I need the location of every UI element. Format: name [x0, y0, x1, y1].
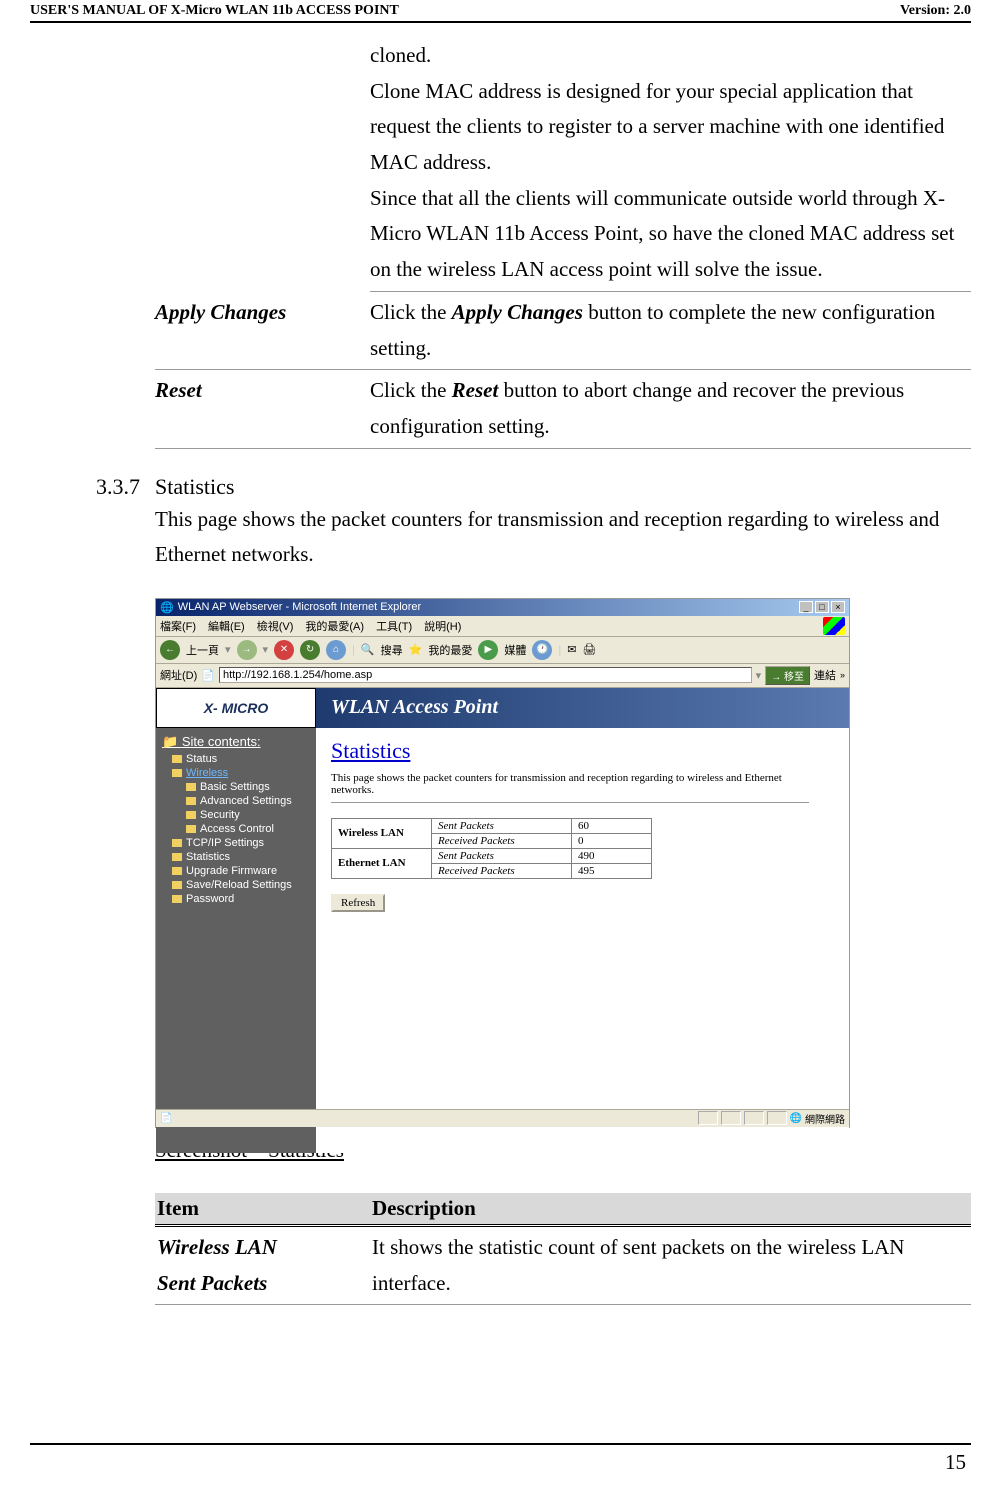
page-icon: 📄 — [201, 669, 215, 682]
folder-icon — [186, 811, 196, 819]
folder-icon — [172, 895, 182, 903]
menu-help[interactable]: 說明(H) — [424, 618, 461, 634]
wlan-recv-value: 0 — [572, 833, 652, 848]
sidebar-item-statistics[interactable]: Statistics — [158, 850, 314, 864]
wlan-sent-label: Sent Packets — [432, 818, 572, 833]
stats-description: This page shows the packet counters for … — [331, 772, 809, 803]
menu-favorites[interactable]: 我的最愛(A) — [305, 618, 364, 634]
favorites-icon[interactable]: ⭐ — [409, 643, 423, 656]
folder-icon — [172, 769, 182, 777]
page-number: 15 — [945, 1450, 966, 1475]
status-segment — [698, 1111, 718, 1125]
folder-icon — [172, 839, 182, 847]
folder-icon — [172, 867, 182, 875]
section-number: 3.3.7 — [30, 474, 155, 573]
media-button[interactable]: ▶ — [478, 640, 498, 660]
sidebar-item-access[interactable]: Access Control — [158, 822, 314, 836]
sidebar-item-wireless[interactable]: Wireless — [158, 766, 314, 780]
history-button[interactable]: 🕐 — [532, 640, 552, 660]
section-text: This page shows the packet counters for … — [155, 502, 971, 573]
apply-changes-label: Apply Changes — [155, 292, 370, 370]
page-banner-title: WLAN Access Point — [316, 688, 849, 728]
reset-desc: Click the Reset button to abort change a… — [370, 370, 971, 448]
stats-table: Wireless LAN Sent Packets 60 Received Pa… — [331, 818, 652, 879]
address-input[interactable]: http://192.168.1.254/home.asp — [219, 667, 752, 683]
sidebar-item-status[interactable]: Status — [158, 752, 314, 766]
go-button[interactable]: → 移至 — [765, 666, 810, 685]
forward-button[interactable]: → — [237, 640, 257, 660]
home-button[interactable]: ⌂ — [326, 640, 346, 660]
menu-view[interactable]: 檢視(V) — [257, 618, 294, 634]
sidebar-item-tcpip[interactable]: TCP/IP Settings — [158, 836, 314, 850]
elan-sent-value: 490 — [572, 848, 652, 863]
statusbar-page-icon: 📄 — [160, 1113, 172, 1124]
wlan-group-cell: Wireless LAN — [332, 818, 432, 848]
search-label[interactable]: 搜尋 — [381, 642, 403, 658]
print-icon[interactable]: 🖨 — [582, 643, 596, 656]
folder-icon — [186, 825, 196, 833]
stats-heading: Statistics — [331, 738, 834, 764]
mail-icon[interactable]: ✉ — [567, 643, 576, 656]
desc-row-item: Wireless LAN Sent Packets — [155, 1225, 370, 1304]
favorites-label[interactable]: 我的最愛 — [428, 642, 472, 658]
sidebar-item-basic[interactable]: Basic Settings — [158, 780, 314, 794]
elan-recv-value: 495 — [572, 863, 652, 878]
statistics-screenshot: 🌐 WLAN AP Webserver - Microsoft Internet… — [155, 598, 850, 1128]
back-button[interactable]: ← — [160, 640, 180, 660]
mac-clone-description: cloned. Clone MAC address is designed fo… — [370, 38, 971, 292]
reset-label: Reset — [155, 370, 370, 448]
menu-edit[interactable]: 編輯(E) — [208, 618, 245, 634]
sidebar-item-password[interactable]: Password — [158, 892, 314, 906]
stop-button[interactable]: ✕ — [274, 640, 294, 660]
desc-row-description: It shows the statistic count of sent pac… — [370, 1225, 971, 1304]
status-segment — [744, 1111, 764, 1125]
window-title: WLAN AP Webserver - Microsoft Internet E… — [178, 601, 422, 613]
folder-icon — [172, 755, 182, 763]
sidebar-item-security[interactable]: Security — [158, 808, 314, 822]
desc-head-item: Item — [155, 1193, 370, 1226]
elan-group-cell: Ethernet LAN — [332, 848, 432, 878]
footer-rule — [30, 1443, 971, 1445]
refresh-button[interactable]: Refresh — [331, 894, 385, 912]
folder-icon — [172, 881, 182, 889]
folder-icon — [186, 783, 196, 791]
apply-changes-desc: Click the Apply Changes button to comple… — [370, 292, 971, 370]
sidebar-title: 📁 Site contents: — [158, 732, 314, 752]
desc-head-description: Description — [370, 1193, 971, 1226]
elan-recv-label: Received Packets — [432, 863, 572, 878]
xmicro-logo: X- MICRO — [156, 688, 316, 728]
media-label[interactable]: 媒體 — [504, 642, 526, 658]
wlan-recv-label: Received Packets — [432, 833, 572, 848]
status-segment — [721, 1111, 741, 1125]
minimize-button[interactable]: _ — [799, 601, 813, 613]
status-segment — [767, 1111, 787, 1125]
sidebar-item-upgrade[interactable]: Upgrade Firmware — [158, 864, 314, 878]
address-label: 網址(D) — [160, 667, 197, 683]
internet-zone-label: 網際網路 — [805, 1111, 845, 1126]
menu-file[interactable]: 檔案(F) — [160, 618, 196, 634]
elan-sent-label: Sent Packets — [432, 848, 572, 863]
close-button[interactable]: × — [831, 601, 845, 613]
folder-icon — [172, 853, 182, 861]
windows-logo-icon — [823, 617, 845, 635]
links-label[interactable]: 連結 — [814, 667, 836, 683]
section-title: Statistics — [155, 474, 971, 500]
back-label[interactable]: 上一頁 — [186, 642, 219, 658]
header-left: USER'S MANUAL OF X-Micro WLAN 11b ACCESS… — [30, 3, 399, 19]
internet-zone-icon: 🌐 — [790, 1113, 802, 1124]
sidebar-item-save[interactable]: Save/Reload Settings — [158, 878, 314, 892]
search-icon[interactable]: 🔍 — [361, 643, 375, 656]
header-right: Version: 2.0 — [900, 3, 971, 19]
wlan-sent-value: 60 — [572, 818, 652, 833]
folder-icon — [186, 797, 196, 805]
ie-icon: 🌐 — [160, 601, 174, 614]
refresh-button[interactable]: ↻ — [300, 640, 320, 660]
menu-tools[interactable]: 工具(T) — [376, 618, 412, 634]
maximize-button[interactable]: □ — [815, 601, 829, 613]
sidebar-item-advanced[interactable]: Advanced Settings — [158, 794, 314, 808]
